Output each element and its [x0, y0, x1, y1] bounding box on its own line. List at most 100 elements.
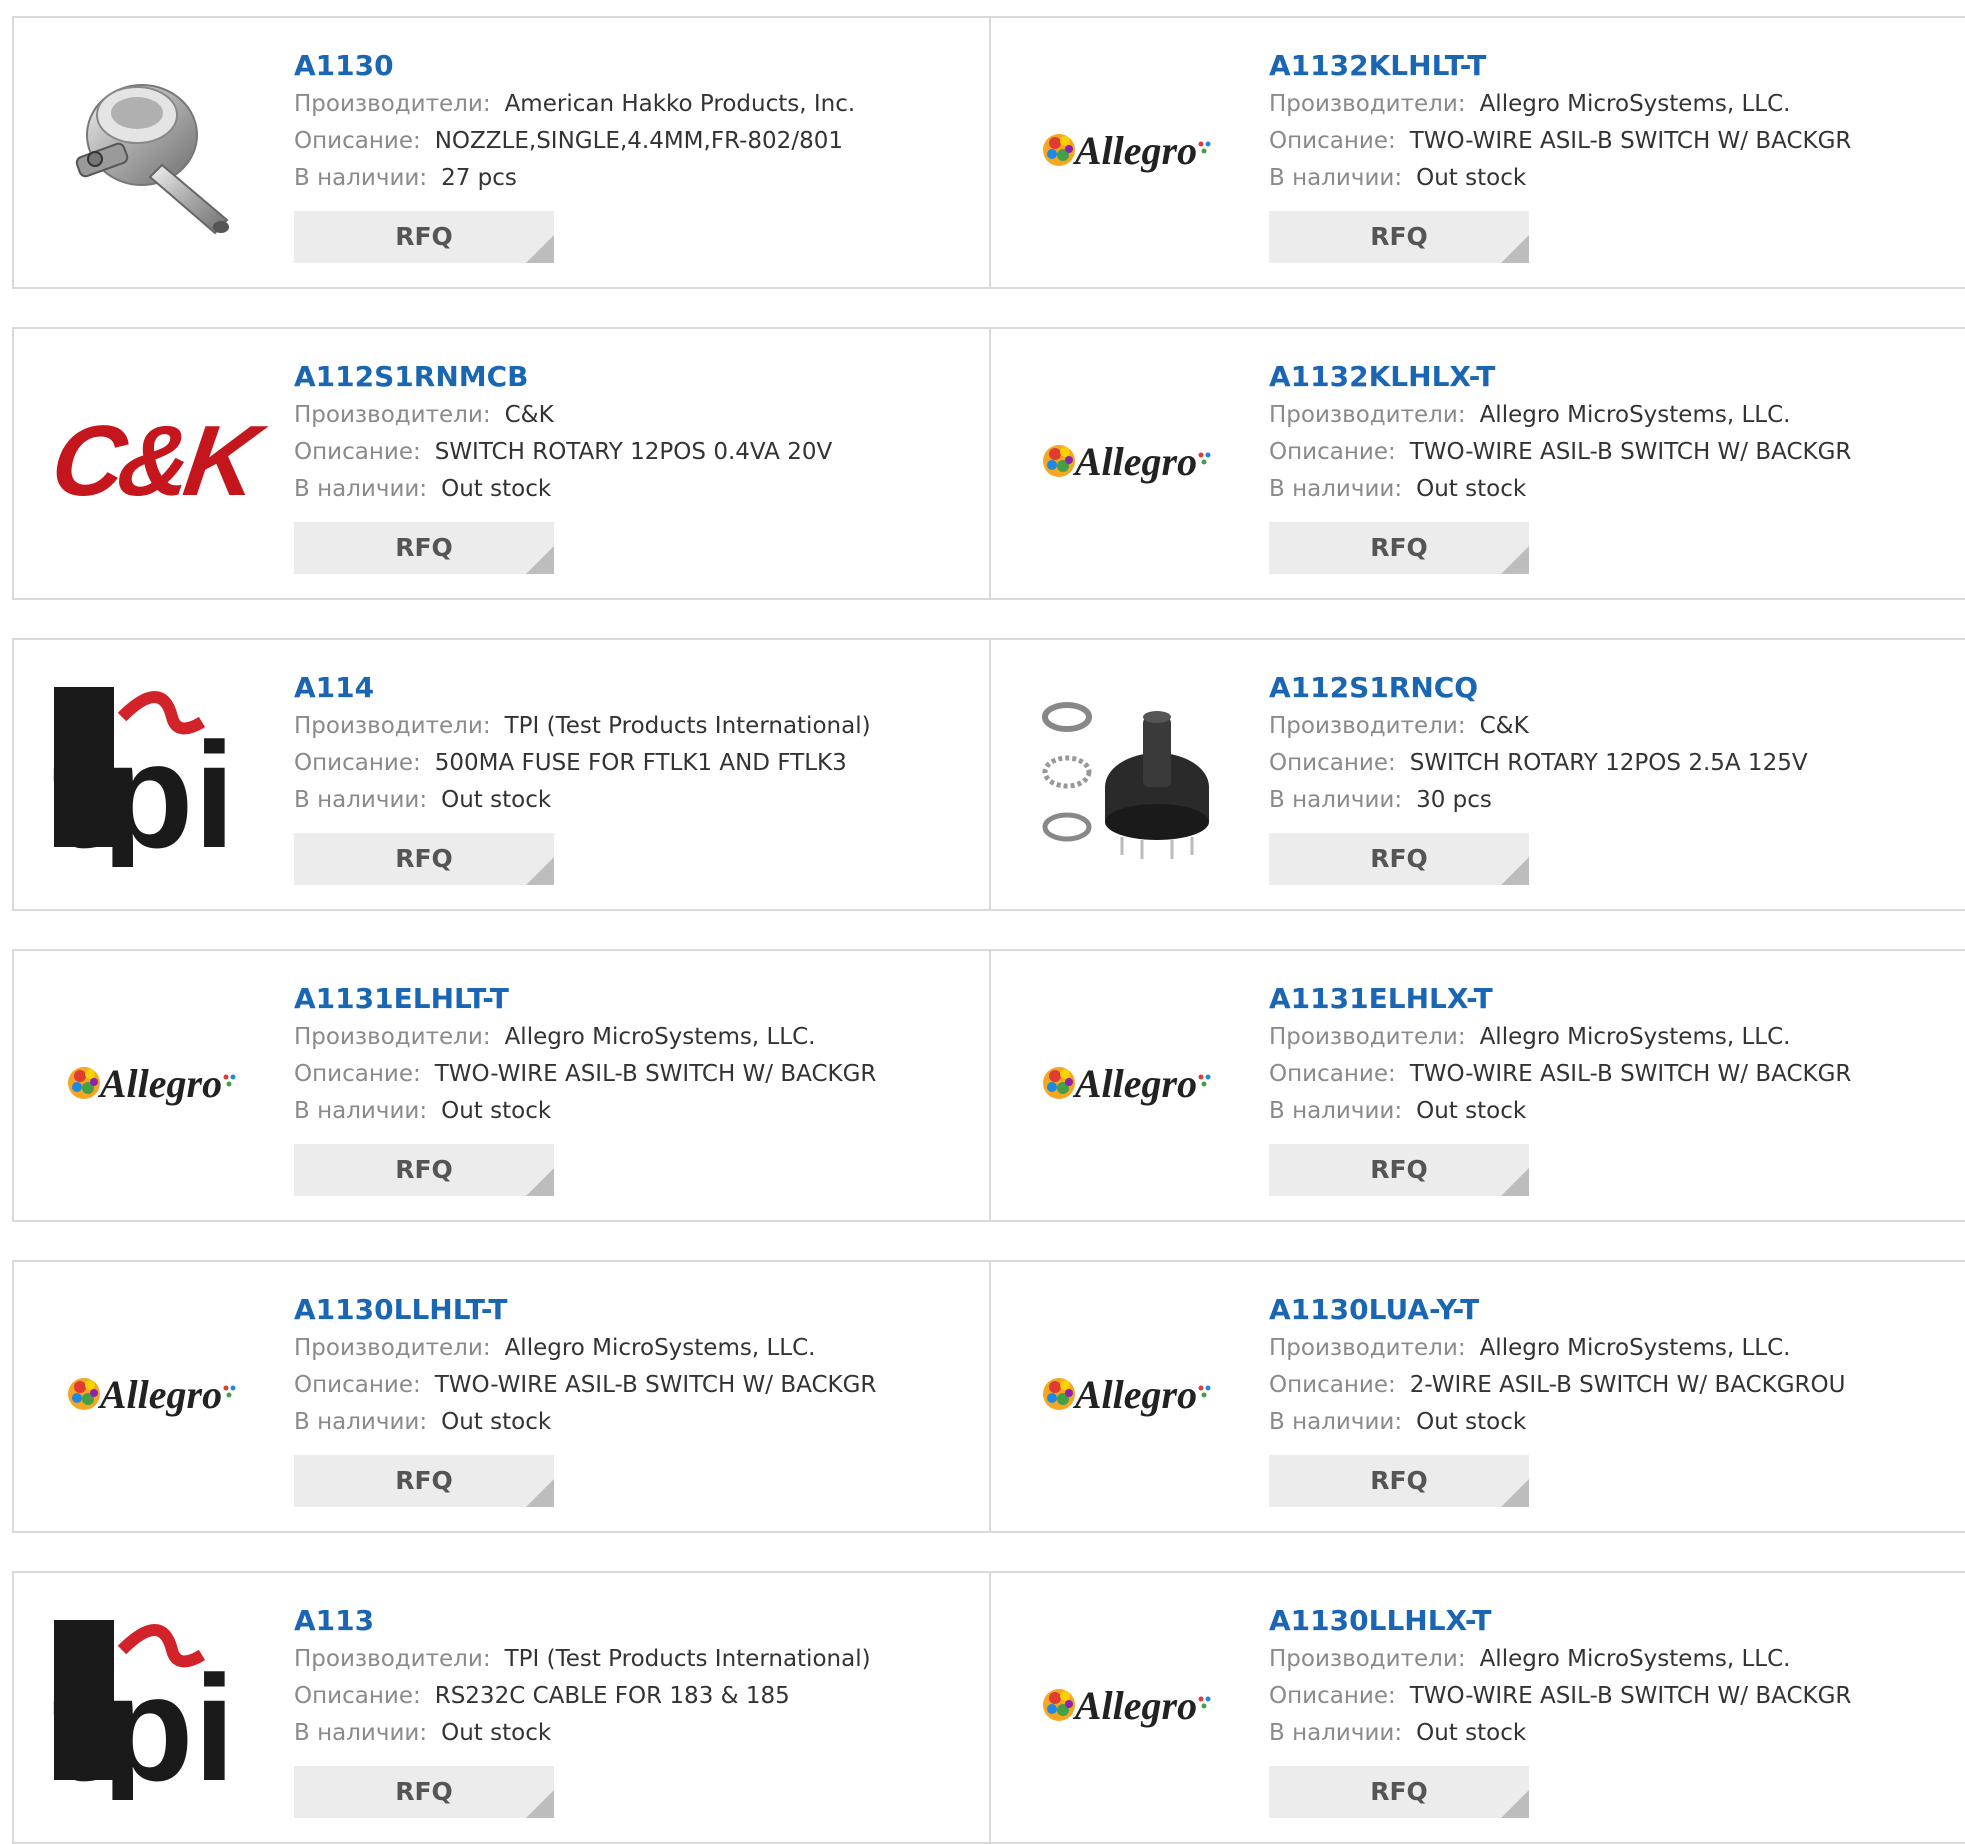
part-number-link[interactable]: A114: [294, 668, 871, 708]
product-info: A112S1RNMCB Производители: C&K Описание: S…: [294, 357, 832, 574]
product-image[interactable]: tpi: [52, 1605, 252, 1805]
rfq-button[interactable]: RFQ: [294, 1144, 554, 1196]
description-line: Описание: SWITCH ROTARY 12POS 2.5A 125V: [1269, 745, 1808, 782]
manufacturer-label: Производители:: [294, 1646, 491, 1672]
product-image[interactable]: C&K: [45, 361, 259, 561]
product-info: A1130LUA-Y-T Производители: Allegro Micro…: [1269, 1290, 1845, 1507]
part-number-link[interactable]: A112S1RNCQ: [1269, 668, 1808, 708]
rfq-label: RFQ: [395, 1155, 453, 1184]
rfq-button[interactable]: RFQ: [1269, 211, 1529, 263]
product-info: A1130LLHLX-T Производители: Allegro Micro…: [1269, 1601, 1851, 1818]
description-label: Описание:: [294, 1061, 421, 1087]
allegro-logo-text: Allegro: [1074, 1371, 1198, 1417]
stock-line: В наличии: Out stock: [1269, 471, 1851, 508]
product-card: Allegro A1132KLHLX-T Производители: Alleg…: [989, 329, 1965, 598]
product-card: Allegro A1130LLHLT-T Производители: Alleg…: [12, 1262, 991, 1531]
manufacturer-line: Производители: Allegro MicroSystems, LLC.: [1269, 397, 1851, 434]
rfq-button[interactable]: RFQ: [294, 1455, 554, 1507]
description-label: Описание:: [294, 1372, 421, 1398]
product-image[interactable]: Allegro: [1027, 361, 1227, 561]
rfq-button[interactable]: RFQ: [294, 1766, 554, 1818]
description-value: TWO-WIRE ASIL-B SWITCH W/ BACKGR: [1409, 128, 1852, 154]
product-image[interactable]: Allegro: [1027, 50, 1227, 250]
corner-triangle-icon: [1501, 235, 1529, 263]
manufacturer-label: Производители:: [1269, 91, 1466, 117]
product-image[interactable]: tpi: [52, 672, 252, 872]
part-number-link[interactable]: A1131ELHLT-T: [294, 979, 876, 1019]
part-number-link[interactable]: A1130LLHLX-T: [1269, 1601, 1851, 1641]
rfq-button[interactable]: RFQ: [1269, 1144, 1529, 1196]
stock-line: В наличии: 30 pcs: [1269, 782, 1808, 819]
rfq-button[interactable]: RFQ: [1269, 1766, 1529, 1818]
product-card: tpi A113 Производители: TPI (Test Product…: [12, 1573, 991, 1842]
allegro-logo-icon: Allegro: [66, 1058, 238, 1108]
part-number-link[interactable]: A1131ELHLX-T: [1269, 979, 1851, 1019]
product-row: tpi A114 Производители: TPI (Test Product…: [12, 638, 1965, 911]
manufacturer-value: Allegro MicroSystems, LLC.: [1479, 91, 1791, 117]
stock-label: В наличии:: [1269, 787, 1403, 813]
manufacturer-line: Производители: Allegro MicroSystems, LLC.: [1269, 1641, 1851, 1678]
product-image[interactable]: [52, 50, 252, 250]
part-number-link[interactable]: A1130LUA-Y-T: [1269, 1290, 1845, 1330]
part-number-link[interactable]: A113: [294, 1601, 871, 1641]
allegro-logo-icon: Allegro: [1041, 1058, 1213, 1108]
corner-triangle-icon: [526, 235, 554, 263]
manufacturer-label: Производители:: [1269, 402, 1466, 428]
stock-value: Out stock: [441, 476, 552, 502]
description-value: TWO-WIRE ASIL-B SWITCH W/ BACKGR: [1409, 1061, 1852, 1087]
stock-value: Out stock: [441, 1409, 552, 1435]
manufacturer-label: Производители:: [294, 1024, 491, 1050]
rfq-button[interactable]: RFQ: [1269, 1455, 1529, 1507]
product-card: Allegro A1130LLHLX-T Производители: Alleg…: [989, 1573, 1965, 1842]
rfq-button[interactable]: RFQ: [294, 211, 554, 263]
product-image[interactable]: Allegro: [1027, 1294, 1227, 1494]
manufacturer-line: Производители: C&K: [294, 397, 832, 434]
product-image[interactable]: Allegro: [52, 1294, 252, 1494]
product-image[interactable]: Allegro: [1027, 983, 1227, 1183]
part-number-link[interactable]: A1130: [294, 46, 855, 86]
manufacturer-label: Производители:: [294, 713, 491, 739]
manufacturer-value: Allegro MicroSystems, LLC.: [1479, 402, 1791, 428]
description-value: RS232C CABLE FOR 183 & 185: [434, 1683, 790, 1709]
rfq-button[interactable]: RFQ: [1269, 522, 1529, 574]
description-label: Описание:: [294, 1683, 421, 1709]
manufacturer-line: Производители: C&K: [1269, 708, 1808, 745]
product-card: A1130 Производители: American Hakko Produ…: [12, 18, 991, 287]
allegro-logo-text: Allegro: [99, 1371, 223, 1417]
allegro-logo-text: Allegro: [99, 1060, 223, 1106]
product-image[interactable]: Allegro: [52, 983, 252, 1183]
product-info: A1131ELHLT-T Производители: Allegro Micro…: [294, 979, 876, 1196]
rfq-button[interactable]: RFQ: [294, 522, 554, 574]
rfq-button[interactable]: RFQ: [1269, 833, 1529, 885]
manufacturer-line: Производители: Allegro MicroSystems, LLC.: [294, 1330, 876, 1367]
part-number-link[interactable]: A1132KLHLT-T: [1269, 46, 1851, 86]
manufacturer-value: C&K: [1479, 713, 1529, 739]
allegro-logo-text: Allegro: [1074, 1060, 1198, 1106]
product-image[interactable]: Allegro: [1027, 1605, 1227, 1805]
rfq-label: RFQ: [395, 533, 453, 562]
part-number-link[interactable]: A112S1RNMCB: [294, 357, 832, 397]
rotary-switch-icon: [1042, 702, 1209, 859]
stock-value: 27 pcs: [441, 165, 517, 191]
manufacturer-value: Allegro MicroSystems, LLC.: [504, 1335, 816, 1361]
rfq-button[interactable]: RFQ: [294, 833, 554, 885]
part-number-link[interactable]: A1132KLHLX-T: [1269, 357, 1851, 397]
product-card: C&K A112S1RNMCB Производители: C&K Описан…: [12, 329, 991, 598]
product-row: tpi A113 Производители: TPI (Test Product…: [12, 1571, 1965, 1844]
description-label: Описание:: [1269, 1683, 1396, 1709]
allegro-logo-icon: Allegro: [1041, 125, 1213, 175]
description-value: TWO-WIRE ASIL-B SWITCH W/ BACKGR: [1409, 439, 1852, 465]
part-number-link[interactable]: A1130LLHLT-T: [294, 1290, 876, 1330]
rfq-label: RFQ: [1370, 1466, 1428, 1495]
corner-triangle-icon: [526, 1479, 554, 1507]
stock-line: В наличии: 27 pcs: [294, 160, 855, 197]
manufacturer-value: Allegro MicroSystems, LLC.: [504, 1024, 816, 1050]
description-label: Описание:: [294, 128, 421, 154]
product-row: Allegro A1131ELHLT-T Производители: Alleg…: [12, 949, 1965, 1222]
tpi-logo-text: tpi: [52, 1644, 235, 1800]
product-image[interactable]: [1027, 672, 1227, 872]
product-card: Allegro A1131ELHLX-T Производители: Alleg…: [989, 951, 1965, 1220]
manufacturer-value: American Hakko Products, Inc.: [504, 91, 856, 117]
product-info: A113 Производители: TPI (Test Products In…: [294, 1601, 871, 1818]
rfq-label: RFQ: [1370, 1777, 1428, 1806]
